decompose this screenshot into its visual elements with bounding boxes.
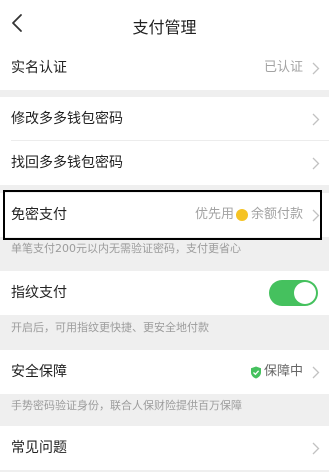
chevron-right-icon: [312, 62, 320, 75]
row-security[interactable]: 安全保障 保障中: [0, 350, 329, 394]
nopwd-pay-note: 单笔支付200元以内无需验证密码，支付更省心: [11, 242, 241, 255]
shield-check-icon: [250, 366, 261, 378]
recover-password-label: 找回多多钱包密码: [11, 155, 123, 171]
security-label: 安全保障: [11, 364, 67, 380]
row-recover-password[interactable]: 找回多多钱包密码: [0, 141, 329, 185]
toggle-knob: [294, 282, 316, 304]
highlight-box: [3, 190, 322, 240]
security-status-text: 保障中: [263, 364, 303, 379]
modify-password-label: 修改多多钱包密码: [11, 111, 123, 127]
fingerprint-pay-label: 指纹支付: [11, 285, 67, 301]
chevron-right-icon: [312, 442, 320, 455]
realname-label: 实名认证: [11, 60, 67, 76]
security-status: 保障中: [250, 350, 303, 394]
nav-bar: 支付管理: [0, 0, 329, 46]
row-modify-password[interactable]: 修改多多钱包密码: [0, 97, 329, 141]
faq-label: 常见问题: [11, 440, 67, 456]
security-note: 手势密码验证身份，联合人保财险提供百万保障: [11, 399, 242, 412]
fingerprint-toggle[interactable]: [269, 280, 318, 306]
row-faq[interactable]: 常见问题: [0, 426, 329, 470]
page-title: 支付管理: [132, 18, 197, 37]
chevron-right-icon: [312, 366, 320, 379]
row-realname[interactable]: 实名认证 已认证: [0, 46, 329, 90]
chevron-right-icon: [312, 157, 320, 170]
row-fingerprint-pay[interactable]: 指纹支付: [0, 271, 329, 315]
realname-status: 已认证: [263, 60, 303, 75]
fingerprint-note: 开启后，可用指纹更快捷、更安全地付款: [11, 321, 209, 334]
chevron-right-icon: [312, 113, 320, 126]
